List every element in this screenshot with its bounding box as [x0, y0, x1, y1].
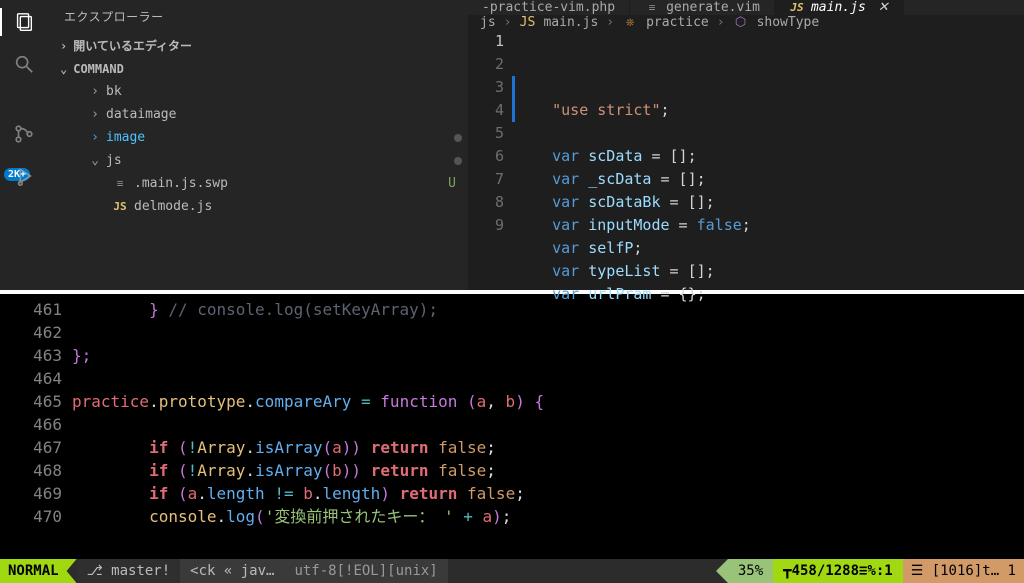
terminal-editor[interactable]: 461462463464465466467468469470 } // cons…: [0, 294, 1024, 559]
explorer-icon[interactable]: [12, 10, 36, 34]
tab-label: main.js: [811, 0, 866, 15]
vim-statusline: NORMAL ⎇ master! <ck « jav… utf-8[!EOL][…: [0, 559, 1024, 583]
sidebar-title: エクスプローラー: [48, 0, 468, 33]
tree-item-label: .main.js.swp: [134, 176, 468, 191]
sep-icon: [716, 559, 728, 583]
explorer-sidebar: エクスプローラー › 開いているエディター ⌄ COMMAND › bk › data…: [48, 0, 468, 290]
tab-label: -practice-vim.php: [482, 0, 615, 15]
position-segment: ┳458/1288≡%:1: [773, 559, 903, 583]
git-status: U: [448, 176, 456, 191]
percent-segment: 35%: [728, 559, 773, 583]
js-file-icon: JS: [112, 200, 128, 213]
tree-item-label: dataimage: [106, 107, 468, 122]
tree-item-dataimage[interactable]: › dataimage: [48, 103, 468, 126]
bc-file: main.js: [543, 15, 598, 30]
bc-method: showType: [757, 15, 820, 30]
tab-bar: -practice-vim.php ≡ generate.vim JS main.js ✕: [468, 0, 1024, 15]
folder-root-label: COMMAND: [73, 62, 124, 76]
tree-item-delmode.js[interactable]: JS delmode.js: [48, 195, 468, 218]
tree-item-image[interactable]: › image: [48, 126, 468, 149]
js-file-icon: JS: [519, 15, 535, 30]
vim-mode: NORMAL: [0, 559, 77, 583]
folder-root-header[interactable]: ⌄ COMMAND: [48, 58, 468, 80]
code-body[interactable]: "use strict"; var scData = []; var _scDa…: [516, 30, 1024, 306]
file-tree: › bk › dataimage › image ⌄ js ≡ .main.js.swpU JS de…: [48, 80, 468, 218]
active-indicator: [0, 8, 2, 36]
chevron-right-icon: ›: [606, 15, 614, 30]
git-branch: ⎇ master!: [77, 559, 181, 583]
modified-dot-icon: [454, 157, 462, 165]
chevron-right-icon: ›: [717, 15, 725, 30]
line-gutter: 123456789: [468, 30, 516, 306]
tree-item-label: delmode.js: [134, 199, 468, 214]
search-icon[interactable]: [12, 52, 36, 76]
file-segment: <ck « jav…: [180, 559, 284, 583]
term-body[interactable]: } // console.log(setKeyArray); }; practi…: [72, 298, 1024, 559]
editor-area: -practice-vim.php ≡ generate.vim JS main.js ✕…: [468, 0, 1024, 290]
tab-main.js[interactable]: JS main.js ✕: [775, 0, 904, 15]
open-editors-header[interactable]: › 開いているエディター: [48, 33, 468, 58]
encoding-segment: utf-8[!EOL][unix]: [284, 559, 447, 583]
file-icon: JS: [789, 1, 805, 14]
git-change-bar: [512, 76, 515, 122]
tree-item-label: image: [106, 130, 448, 145]
chevron-right-icon: ›: [504, 15, 512, 30]
code-editor[interactable]: 123456789 "use strict"; var scData = [];…: [468, 30, 1024, 306]
chevron-right-icon: ›: [60, 39, 67, 53]
info-segment: ☰ [1016]t… 1: [903, 559, 1024, 583]
method-icon: ⬡: [733, 15, 749, 30]
chevron-icon: ›: [90, 130, 100, 145]
breadcrumb[interactable]: js › JS main.js › ❊ practice › ⬡ showTyp…: [468, 15, 1024, 30]
debug-icon[interactable]: [12, 164, 36, 188]
tree-item-js[interactable]: ⌄ js: [48, 149, 468, 172]
tree-item-label: js: [106, 153, 448, 168]
chevron-icon: ›: [90, 107, 100, 122]
modified-dot-icon: [454, 134, 462, 142]
source-control-icon[interactable]: [12, 122, 36, 146]
bc-folder: js: [480, 15, 496, 30]
swp-file-icon: ≡: [112, 177, 128, 190]
chevron-icon: ⌄: [90, 153, 100, 168]
open-editors-label: 開いているエディター: [73, 37, 192, 54]
tab-label: generate.vim: [666, 0, 760, 15]
term-gutter: 461462463464465466467468469470: [0, 298, 72, 559]
chevron-down-icon: ⌄: [60, 62, 67, 76]
close-icon[interactable]: ✕: [878, 0, 889, 15]
tab--practice-vim.php[interactable]: -practice-vim.php: [468, 0, 630, 15]
activity-bar: 2K+: [0, 0, 48, 290]
tree-item-.main.js.swp[interactable]: ≡ .main.js.swpU: [48, 172, 468, 195]
file-icon: ≡: [644, 1, 660, 14]
chevron-icon: ›: [90, 84, 100, 99]
class-icon: ❊: [622, 15, 638, 30]
tree-item-label: bk: [106, 84, 468, 99]
tree-item-bk[interactable]: › bk: [48, 80, 468, 103]
bc-class: practice: [646, 15, 709, 30]
terminal-pane: 461462463464465466467468469470 } // cons…: [0, 290, 1024, 583]
tab-generate.vim[interactable]: ≡ generate.vim: [630, 0, 775, 15]
